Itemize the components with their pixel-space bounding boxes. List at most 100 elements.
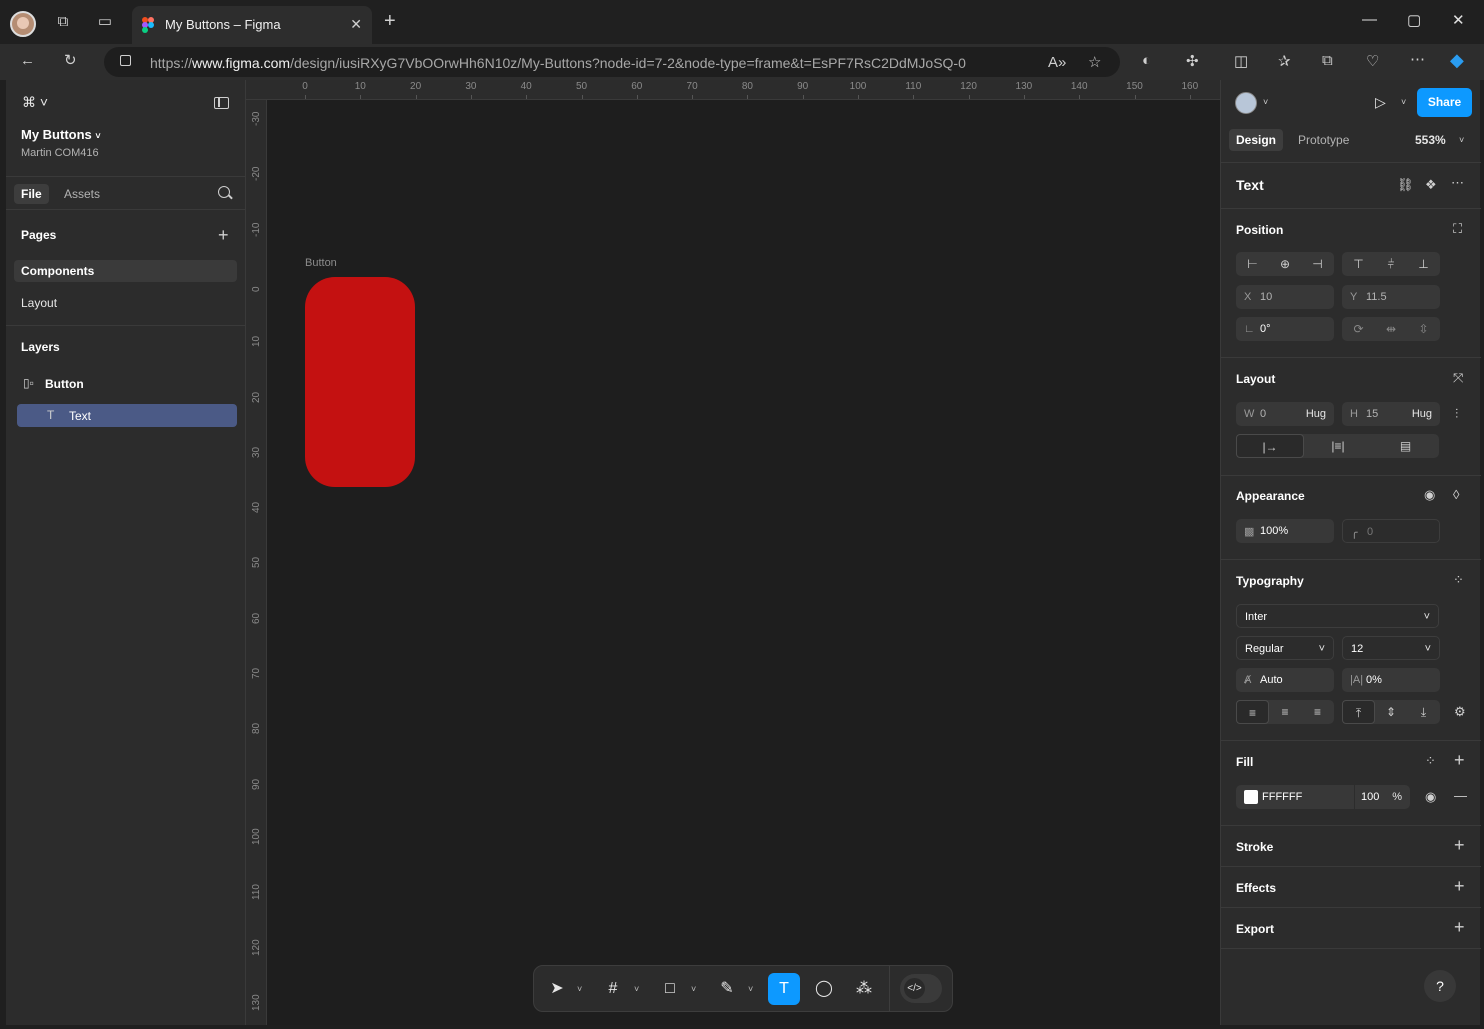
workspaces-icon[interactable]: ⧉ (53, 12, 73, 32)
favorites-icon[interactable]: ✰ (1278, 52, 1291, 70)
close-tab-icon[interactable]: ✕ (350, 16, 362, 33)
favorite-star-icon[interactable]: ☆ (1088, 53, 1101, 71)
comment-tool-icon[interactable]: ◯ (808, 973, 840, 1005)
remove-fill-icon[interactable]: — (1454, 789, 1467, 802)
tab-prototype[interactable]: Prototype (1291, 129, 1356, 151)
zoom-level[interactable]: 553% (1415, 133, 1446, 147)
align-bottom-icon[interactable]: ⊥ (1407, 252, 1440, 276)
fill-styles-icon[interactable]: ⁘ (1425, 754, 1436, 767)
present-play-icon[interactable]: ▷ (1375, 94, 1386, 111)
opacity-field[interactable]: ▩ 100% (1236, 519, 1334, 543)
tab-actions-icon[interactable]: ▭ (95, 12, 115, 32)
text-align-top-icon[interactable]: ⤒ (1342, 700, 1375, 724)
fixed-size-icon[interactable]: ▤ (1372, 434, 1439, 458)
width-mode[interactable]: Hug (1306, 408, 1326, 420)
link-icon[interactable]: ⛓ (1397, 178, 1414, 191)
height-field[interactable]: H 15 Hug (1342, 402, 1440, 426)
minimize-icon[interactable]: — (1362, 11, 1377, 28)
type-settings-icon[interactable]: ⚙ (1454, 705, 1466, 718)
text-align-left-icon[interactable]: ≡ (1236, 700, 1269, 724)
url-field[interactable]: https://www.figma.com/design/iusiRXyG7Vb… (104, 47, 1120, 77)
auto-height-icon[interactable]: |≡| (1304, 434, 1372, 458)
help-button[interactable]: ? (1424, 970, 1456, 1002)
project-name[interactable]: My Buttons ˅ (21, 127, 101, 142)
frame-selection-icon[interactable]: ⛶ (1453, 222, 1462, 235)
collapse-layout-icon[interactable]: ⤧ (1453, 371, 1463, 384)
share-button[interactable]: Share (1417, 88, 1472, 117)
chevron-down-icon[interactable]: ˅ (691, 984, 696, 994)
visibility-eye-icon[interactable]: ◉ (1424, 488, 1435, 501)
line-height-field[interactable]: Ⱥ Auto (1236, 668, 1334, 692)
profile-avatar[interactable] (10, 11, 36, 37)
fill-swatch[interactable] (1244, 790, 1258, 804)
frame-label[interactable]: Button (305, 257, 337, 269)
flip-vertical-icon[interactable]: ⇳ (1407, 317, 1440, 341)
text-tool-icon[interactable]: T (768, 973, 800, 1005)
figma-menu-icon[interactable]: ⌘ ˅ (22, 94, 48, 111)
new-tab-icon[interactable]: + (384, 11, 396, 31)
font-weight-select[interactable]: Regular ˅ (1236, 636, 1334, 660)
collections-icon[interactable]: ⧉ (1322, 52, 1333, 69)
align-middle-icon[interactable]: ⫩ (1375, 252, 1407, 276)
window-close-icon[interactable]: ✕ (1452, 11, 1465, 29)
rotate-icon[interactable]: ⟳ (1342, 317, 1375, 341)
layer-button[interactable]: ▯▫ Button (17, 372, 237, 395)
rectangle-tool-icon[interactable]: □ (654, 973, 686, 1005)
toggle-sidebar-icon[interactable] (214, 97, 229, 109)
add-effect-icon[interactable]: + (1454, 877, 1465, 895)
tab-assets[interactable]: Assets (57, 184, 107, 204)
chevron-down-icon[interactable]: ˅ (1263, 97, 1268, 107)
text-align-middle-icon[interactable]: ⇕ (1375, 700, 1407, 724)
tab-file[interactable]: File (14, 184, 49, 204)
text-styles-icon[interactable]: ⁘ (1453, 573, 1464, 586)
corner-radius-field[interactable]: ╭ 0 (1342, 519, 1440, 543)
add-fill-icon[interactable]: + (1454, 751, 1465, 769)
add-export-icon[interactable]: + (1454, 918, 1465, 936)
chevron-down-icon[interactable]: ˅ (748, 984, 753, 994)
rotation-field[interactable]: ∟ 0° (1236, 317, 1334, 341)
pen-tool-icon[interactable]: ✎ (711, 973, 743, 1005)
fill-visibility-eye-icon[interactable]: ◉ (1425, 790, 1436, 803)
text-align-right-icon[interactable]: ≡ (1301, 700, 1334, 724)
page-item-layout[interactable]: Layout (14, 292, 237, 314)
user-avatar[interactable] (1235, 92, 1257, 114)
chevron-down-icon[interactable]: ˅ (1459, 135, 1464, 145)
browser-tab[interactable]: My Buttons – Figma ✕ (132, 6, 372, 44)
copilot-icon[interactable]: ◆ (1450, 50, 1464, 71)
font-family-select[interactable]: Inter ˅ (1236, 604, 1439, 628)
page-item-components[interactable]: Components (14, 260, 237, 282)
blend-mode-drop-icon[interactable]: ◊ (1453, 488, 1459, 501)
chevron-down-icon[interactable]: ˅ (634, 984, 639, 994)
design-canvas[interactable]: Button (267, 100, 1220, 1025)
fill-color-field[interactable]: FFFFFF 100 % (1236, 785, 1410, 809)
layer-text[interactable]: T Text (17, 404, 237, 427)
width-field[interactable]: W 0 Hug (1236, 402, 1334, 426)
extensions-puzzle-icon[interactable]: ✣ (1186, 52, 1199, 70)
dev-mode-toggle[interactable]: </> (900, 974, 942, 1003)
button-frame[interactable] (305, 277, 415, 487)
flip-horizontal-icon[interactable]: ⇹ (1375, 317, 1407, 341)
browser-essentials-icon[interactable]: ♡ (1366, 52, 1379, 70)
component-icon[interactable]: ❖ (1425, 178, 1437, 191)
frame-tool-icon[interactable]: # (597, 973, 629, 1005)
tab-design[interactable]: Design (1229, 129, 1284, 151)
back-icon[interactable]: ← (20, 52, 35, 69)
chevron-down-icon[interactable]: ˅ (1401, 97, 1406, 107)
x-position-field[interactable]: X 10 (1236, 285, 1334, 309)
add-stroke-icon[interactable]: + (1454, 836, 1465, 854)
maximize-icon[interactable]: ▢ (1407, 11, 1421, 29)
align-top-icon[interactable]: ⊤ (1342, 252, 1375, 276)
auto-width-icon[interactable]: |→ (1236, 434, 1304, 458)
align-left-icon[interactable]: ⊢ (1236, 252, 1269, 276)
add-page-icon[interactable]: + (218, 226, 229, 244)
height-mode[interactable]: Hug (1412, 408, 1432, 420)
refresh-icon[interactable]: ↻ (64, 51, 77, 69)
constrain-proportions-icon[interactable]: ⫶ (1455, 407, 1458, 420)
chevron-down-icon[interactable]: ˅ (577, 984, 582, 994)
text-align-bottom-icon[interactable]: ⤓ (1407, 700, 1440, 724)
more-menu-icon[interactable]: ⋯ (1410, 50, 1425, 68)
align-center-horizontal-icon[interactable]: ⊕ (1269, 252, 1301, 276)
align-right-icon[interactable]: ⊣ (1301, 252, 1334, 276)
search-icon[interactable] (218, 186, 230, 198)
split-screen-icon[interactable]: ◫ (1234, 52, 1248, 70)
